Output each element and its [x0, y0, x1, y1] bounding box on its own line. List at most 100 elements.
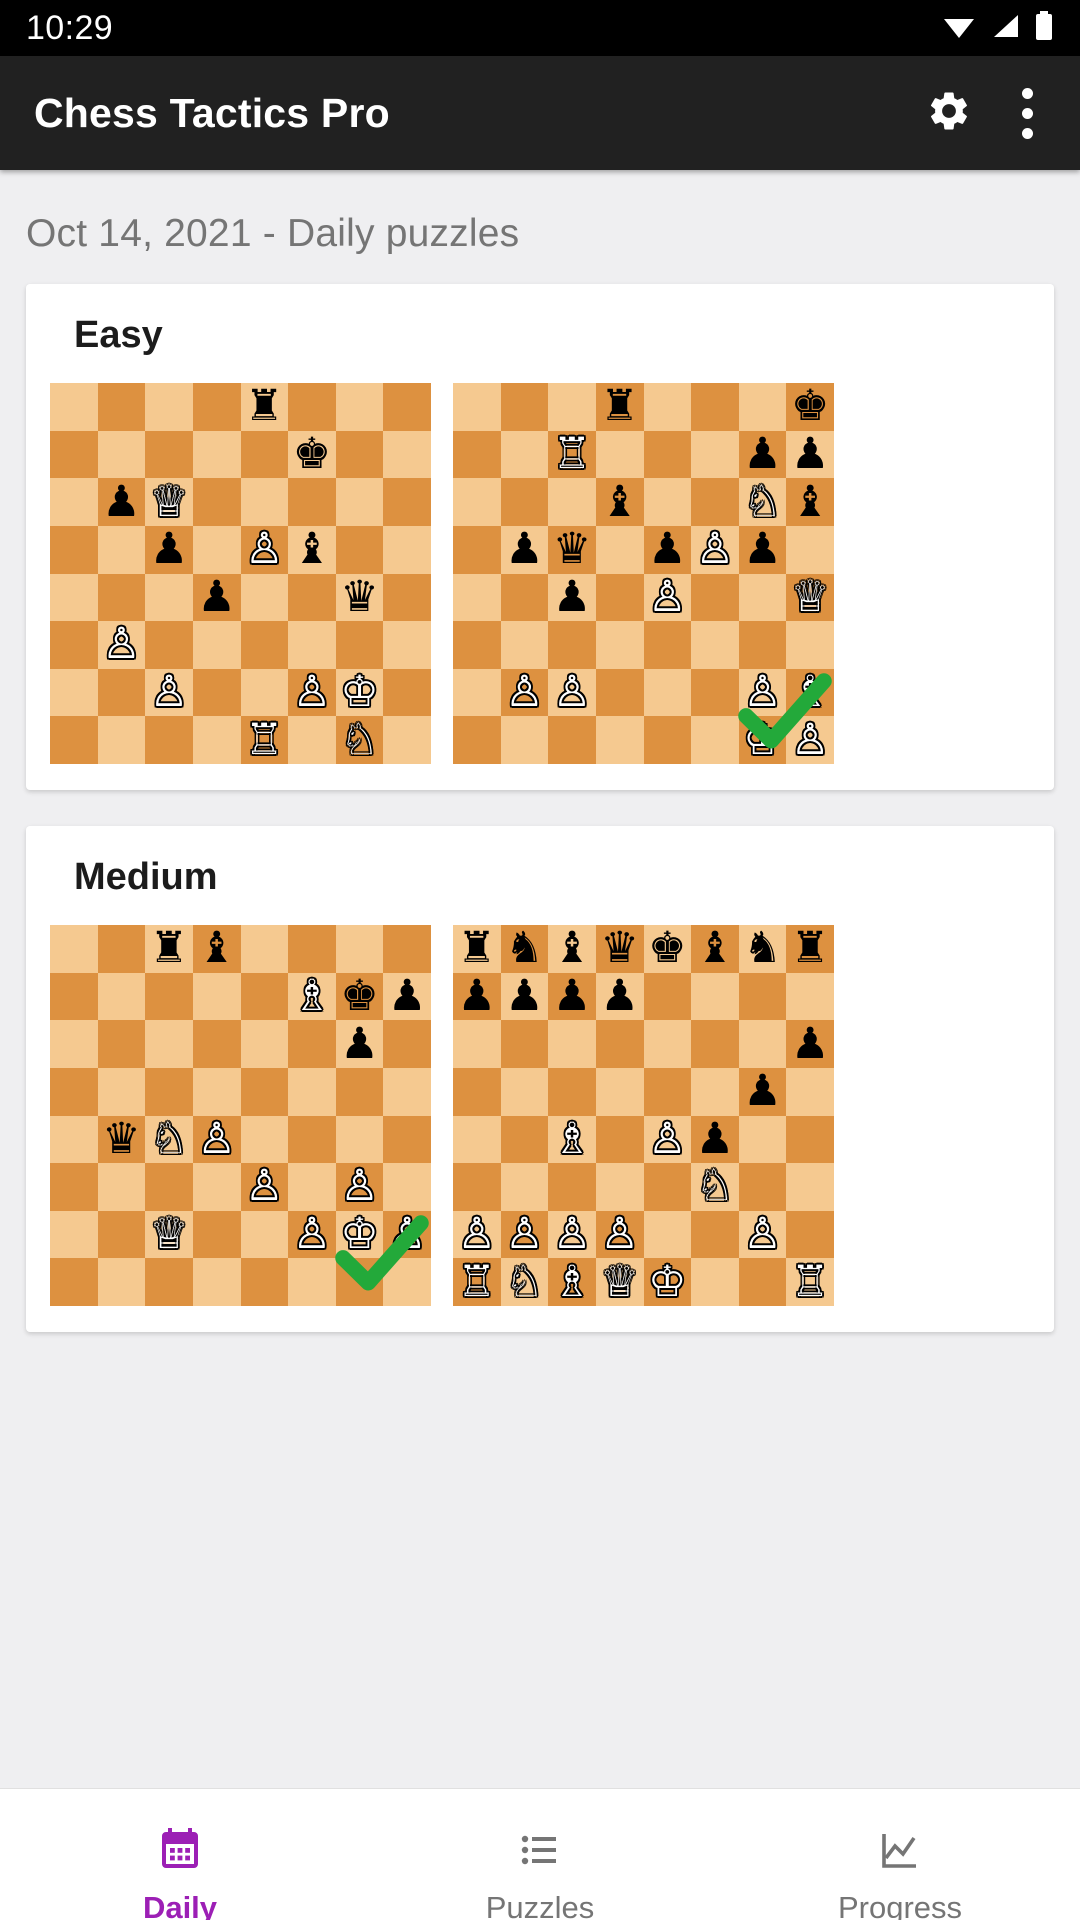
board-square[interactable] — [595, 525, 644, 574]
board-square[interactable] — [383, 621, 431, 669]
board-square[interactable]: ♟ — [97, 478, 146, 526]
board-square[interactable]: ♔ — [335, 1210, 384, 1259]
board-square[interactable]: ♙ — [335, 1163, 384, 1211]
board-square[interactable] — [50, 716, 98, 764]
board-square[interactable]: ♞ — [500, 925, 549, 973]
board-square[interactable] — [453, 716, 501, 764]
board-square[interactable] — [145, 716, 193, 764]
board-square[interactable] — [500, 1020, 549, 1068]
board-square[interactable] — [786, 525, 834, 574]
board-square[interactable] — [500, 621, 549, 669]
board-square[interactable] — [383, 1258, 431, 1306]
board-square[interactable] — [691, 1210, 739, 1259]
board-square[interactable] — [643, 1020, 692, 1068]
board-square[interactable] — [240, 925, 289, 973]
board-square[interactable] — [548, 383, 596, 431]
board-square[interactable] — [50, 1020, 98, 1068]
board-square[interactable]: ♕ — [145, 1210, 193, 1259]
board-square[interactable]: ♟ — [643, 525, 692, 574]
board-square[interactable]: ♙ — [97, 621, 146, 669]
board-square[interactable] — [288, 1067, 336, 1116]
chess-board[interactable]: ♜ ♚ ♟ ♕ ♟ ♙ ♝ ♟ ♛ ♙ ♙ ♙ ♔ ♖ ♘ — [50, 383, 431, 764]
board-square[interactable] — [288, 573, 336, 622]
board-square[interactable] — [240, 1210, 289, 1259]
board-square[interactable] — [50, 1115, 98, 1164]
board-square[interactable] — [240, 430, 289, 479]
board-square[interactable]: ♝ — [548, 925, 596, 973]
board-square[interactable] — [643, 1210, 692, 1259]
board-square[interactable]: ♗ — [786, 668, 834, 717]
board-square[interactable] — [738, 621, 787, 669]
board-square[interactable] — [548, 1067, 596, 1116]
board-square[interactable]: ♜ — [453, 925, 501, 973]
board-square[interactable] — [192, 1020, 241, 1068]
board-square[interactable] — [691, 668, 739, 717]
board-square[interactable] — [50, 972, 98, 1021]
board-square[interactable]: ♟ — [548, 972, 596, 1021]
board-square[interactable] — [145, 573, 193, 622]
board-square[interactable] — [595, 573, 644, 622]
board-square[interactable] — [383, 383, 431, 431]
board-square[interactable]: ♝ — [691, 925, 739, 973]
board-square[interactable]: ♜ — [240, 383, 289, 431]
board-square[interactable] — [453, 1163, 501, 1211]
board-square[interactable] — [288, 1115, 336, 1164]
board-square[interactable] — [97, 525, 146, 574]
board-square[interactable] — [786, 1067, 834, 1116]
board-square[interactable]: ♜ — [786, 925, 834, 973]
board-square[interactable] — [383, 668, 431, 717]
board-square[interactable] — [691, 383, 739, 431]
board-square[interactable]: ♕ — [786, 573, 834, 622]
board-square[interactable] — [643, 1067, 692, 1116]
board-square[interactable]: ♙ — [288, 668, 336, 717]
board-square[interactable]: ♛ — [595, 925, 644, 973]
board-square[interactable] — [145, 383, 193, 431]
board-square[interactable]: ♙ — [548, 668, 596, 717]
board-square[interactable] — [738, 1258, 787, 1306]
board-square[interactable] — [288, 478, 336, 526]
board-square[interactable] — [192, 621, 241, 669]
board-square[interactable] — [691, 1258, 739, 1306]
board-square[interactable] — [192, 383, 241, 431]
board-square[interactable] — [548, 716, 596, 764]
board-square[interactable] — [383, 925, 431, 973]
board-square[interactable]: ♟ — [383, 972, 431, 1021]
board-square[interactable] — [643, 430, 692, 479]
puzzle-board[interactable]: ♜ ♚ ♖ ♟ ♟ ♝ ♘ ♝ ♟ ♛ ♟ ♙ ♟ ♟ ♙ ♕ ♙ ♙ ♙ ♗ ♔ ♙ — [453, 383, 834, 764]
board-square[interactable]: ♘ — [500, 1258, 549, 1306]
board-square[interactable] — [145, 1163, 193, 1211]
board-square[interactable] — [383, 478, 431, 526]
board-square[interactable]: ♙ — [548, 1210, 596, 1259]
board-square[interactable]: ♕ — [595, 1258, 644, 1306]
board-square[interactable]: ♙ — [595, 1210, 644, 1259]
board-square[interactable]: ♟ — [691, 1115, 739, 1164]
board-square[interactable] — [595, 430, 644, 479]
puzzle-board[interactable]: ♜ ♝ ♗ ♚ ♟ ♟ ♛ ♘ ♙ ♙ ♙ ♕ ♙ ♔ ♙ — [50, 925, 431, 1306]
board-square[interactable]: ♙ — [192, 1115, 241, 1164]
board-square[interactable] — [453, 573, 501, 622]
board-square[interactable] — [738, 972, 787, 1021]
chess-board[interactable]: ♜ ♝ ♗ ♚ ♟ ♟ ♛ ♘ ♙ ♙ ♙ ♕ ♙ ♔ ♙ — [50, 925, 431, 1306]
board-square[interactable] — [240, 573, 289, 622]
board-square[interactable] — [145, 1067, 193, 1116]
board-square[interactable] — [738, 1115, 787, 1164]
board-square[interactable] — [383, 525, 431, 574]
board-square[interactable] — [738, 1020, 787, 1068]
board-square[interactable] — [50, 525, 98, 574]
board-square[interactable] — [500, 383, 549, 431]
board-square[interactable]: ♘ — [691, 1163, 739, 1211]
board-square[interactable] — [548, 1020, 596, 1068]
board-square[interactable] — [288, 1163, 336, 1211]
board-square[interactable] — [97, 383, 146, 431]
board-square[interactable] — [192, 1258, 241, 1306]
board-square[interactable] — [453, 621, 501, 669]
board-square[interactable]: ♙ — [500, 668, 549, 717]
board-square[interactable] — [240, 972, 289, 1021]
board-square[interactable]: ♝ — [786, 478, 834, 526]
board-square[interactable] — [50, 573, 98, 622]
board-square[interactable] — [50, 1067, 98, 1116]
board-square[interactable] — [500, 430, 549, 479]
board-square[interactable] — [240, 1115, 289, 1164]
board-square[interactable] — [145, 621, 193, 669]
board-square[interactable] — [643, 621, 692, 669]
